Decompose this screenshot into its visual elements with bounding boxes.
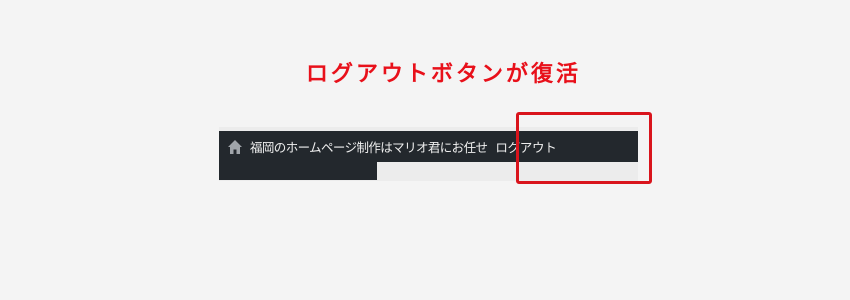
annotation-title: ログアウトボタンが復活: [306, 62, 582, 87]
site-name-label: 福岡のホームページ制作はマリオ君にお任せ: [250, 140, 488, 155]
highlight-box: [516, 112, 652, 184]
site-name-menu-item[interactable]: 福岡のホームページ制作はマリオ君にお任せ: [219, 131, 495, 162]
home-icon: [228, 139, 242, 154]
admin-bar-submenu-strip: [219, 162, 377, 180]
